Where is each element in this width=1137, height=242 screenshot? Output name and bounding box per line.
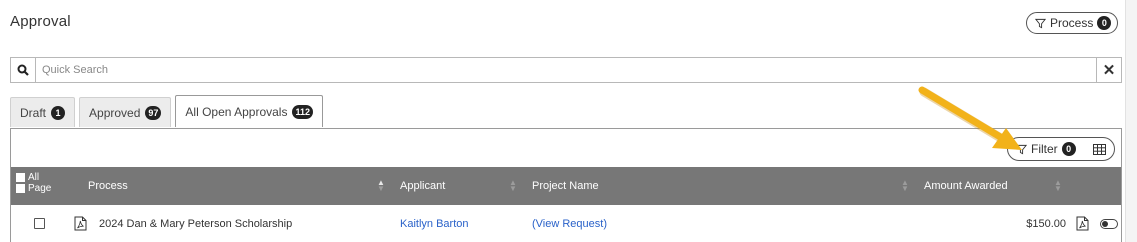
tab-label: Approved bbox=[89, 105, 141, 120]
process-cell: 2024 Dan & Mary Peterson Scholarship bbox=[99, 217, 293, 230]
pdf-icon bbox=[1076, 216, 1089, 231]
column-label: Project Name bbox=[532, 180, 599, 192]
process-filter-label: Process bbox=[1050, 16, 1094, 30]
tab-count: 97 bbox=[145, 105, 162, 120]
search-icon bbox=[17, 64, 29, 76]
select-page-checkbox[interactable] bbox=[16, 184, 25, 193]
amount-cell: $150.00 bbox=[1026, 217, 1066, 230]
row-pdf-action[interactable] bbox=[1076, 205, 1089, 242]
view-request-link[interactable]: (View Request) bbox=[532, 205, 607, 242]
column-header-amount-awarded[interactable]: Amount Awarded bbox=[924, 167, 1008, 205]
row-pdf-button[interactable] bbox=[74, 205, 87, 242]
grid-icon[interactable] bbox=[1093, 143, 1106, 155]
column-label: Process bbox=[88, 180, 128, 192]
tab-count: 1 bbox=[51, 105, 66, 120]
clear-search-button[interactable]: ✕ bbox=[1096, 58, 1121, 82]
tab-draft[interactable]: Draft 1 bbox=[10, 97, 76, 127]
sort-icon[interactable]: ▲ ▼ bbox=[509, 179, 517, 193]
select-all-control: All Page bbox=[16, 172, 51, 194]
tab-count: 112 bbox=[292, 104, 313, 119]
sort-icon[interactable]: ▲ ▼ bbox=[1054, 179, 1062, 193]
sort-icon[interactable]: ▲ ▼ bbox=[377, 179, 385, 193]
column-label: Applicant bbox=[400, 180, 446, 192]
table-row: 2024 Dan & Mary Peterson Scholarship Kai… bbox=[11, 205, 1121, 242]
page-title: Approval bbox=[10, 13, 71, 30]
funnel-icon bbox=[1016, 144, 1027, 154]
approval-tabs: Draft 1 Approved 97 All Open Approvals 1… bbox=[10, 95, 323, 127]
funnel-icon bbox=[1035, 18, 1046, 28]
toggle-icon bbox=[1100, 218, 1118, 229]
search-button[interactable] bbox=[11, 58, 36, 82]
filter-label: Filter bbox=[1031, 142, 1058, 156]
process-filter-button[interactable]: Process 0 bbox=[1026, 12, 1119, 34]
process-filter-count: 0 bbox=[1097, 16, 1112, 30]
tab-approved[interactable]: Approved 97 bbox=[79, 97, 172, 127]
quick-search-bar: ✕ bbox=[10, 57, 1122, 83]
column-header-applicant[interactable]: Applicant bbox=[400, 167, 445, 205]
table-header: All Page Process ▲ ▼ Applicant ▲ ▼ Project… bbox=[11, 167, 1121, 205]
search-input[interactable] bbox=[36, 59, 1096, 81]
applicant-link[interactable]: Kaitlyn Barton bbox=[400, 205, 468, 242]
sort-icon[interactable]: ▲ ▼ bbox=[901, 179, 909, 193]
filter-button[interactable]: Filter 0 bbox=[1007, 137, 1115, 161]
row-select[interactable] bbox=[34, 205, 45, 242]
tab-all-open-approvals[interactable]: All Open Approvals 112 bbox=[175, 95, 323, 127]
row-checkbox[interactable] bbox=[34, 218, 45, 229]
pdf-icon bbox=[74, 216, 87, 231]
tab-label: All Open Approvals bbox=[185, 104, 288, 119]
tab-label: Draft bbox=[20, 105, 47, 120]
column-label: Amount Awarded bbox=[924, 180, 1008, 192]
select-all-label: All bbox=[28, 172, 40, 183]
row-toggle[interactable] bbox=[1100, 205, 1118, 242]
column-header-process[interactable]: Process bbox=[88, 167, 128, 205]
close-icon: ✕ bbox=[1102, 62, 1116, 79]
select-all-checkbox[interactable] bbox=[16, 173, 25, 182]
right-scrollbar-rail bbox=[1125, 0, 1137, 242]
select-page-label: Page bbox=[28, 183, 52, 194]
column-header-project-name[interactable]: Project Name bbox=[532, 167, 599, 205]
filter-count: 0 bbox=[1061, 142, 1076, 156]
